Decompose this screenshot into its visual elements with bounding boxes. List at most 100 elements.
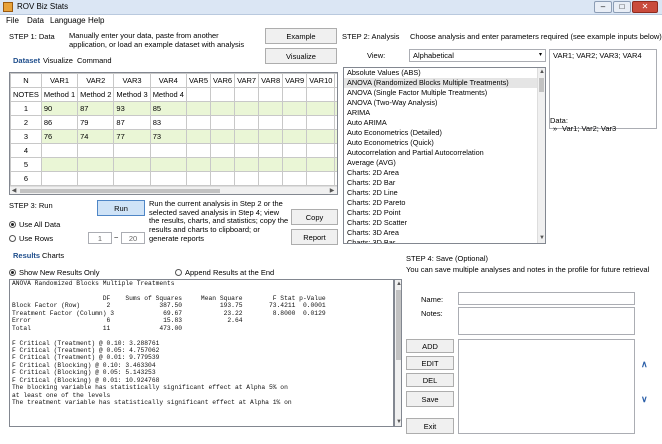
table-cell[interactable]: [334, 101, 337, 116]
column-header[interactable]: VAR10: [306, 73, 336, 88]
row-header[interactable]: NOTES: [10, 87, 42, 102]
column-header[interactable]: VAR7: [234, 73, 260, 88]
analysis-list-item[interactable]: ARIMA: [344, 108, 538, 118]
table-cell[interactable]: [113, 171, 151, 186]
table-cell[interactable]: [40, 157, 79, 172]
table-cell[interactable]: [258, 101, 284, 116]
table-cell[interactable]: [306, 87, 336, 102]
table-cell[interactable]: [185, 157, 212, 172]
analysis-list-item[interactable]: ANOVA (Two-Way Analysis): [344, 98, 538, 108]
column-header[interactable]: VAR1: [40, 73, 79, 88]
analysis-list-item[interactable]: Autocorrelation and Partial Autocorrelat…: [344, 148, 538, 158]
analysis-list-item[interactable]: Charts: 2D Line: [344, 188, 538, 198]
results-vertical-scrollbar[interactable]: ▲ ▼: [394, 279, 402, 427]
analysis-list-item[interactable]: Charts: 3D Area: [344, 228, 538, 238]
table-cell[interactable]: [306, 129, 336, 144]
table-cell[interactable]: [149, 157, 187, 172]
column-header[interactable]: VAR5: [185, 73, 212, 88]
append-results-radio[interactable]: [175, 269, 182, 276]
table-cell[interactable]: [77, 171, 115, 186]
move-down-icon[interactable]: ∨: [641, 394, 648, 405]
table-cell[interactable]: 87: [77, 101, 115, 116]
analysis-list-item[interactable]: Charts: 2D Area: [344, 168, 538, 178]
analysis-scroll-down-icon[interactable]: ▼: [538, 234, 545, 242]
table-cell[interactable]: [185, 101, 212, 116]
table-cell[interactable]: [185, 129, 212, 144]
row-to-input[interactable]: 20: [121, 232, 145, 244]
table-cell[interactable]: [306, 171, 336, 186]
show-new-results-radio[interactable]: [9, 269, 16, 276]
table-cell[interactable]: [185, 115, 212, 130]
tab-results[interactable]: Results: [13, 251, 40, 260]
analysis-list-item[interactable]: Charts: 2D Point: [344, 208, 538, 218]
grid-horizontal-scrollbar[interactable]: ◀ ▶: [10, 186, 337, 194]
table-cell[interactable]: [282, 129, 308, 144]
scroll-down-icon[interactable]: ▼: [395, 418, 403, 426]
table-cell[interactable]: [234, 171, 260, 186]
minimize-button[interactable]: –: [594, 1, 612, 13]
table-cell[interactable]: [282, 87, 308, 102]
table-cell[interactable]: [234, 115, 260, 130]
analysis-list[interactable]: Absolute Values (ABS) ANOVA (Randomized B…: [343, 67, 546, 244]
table-cell[interactable]: [282, 101, 308, 116]
table-cell[interactable]: [282, 115, 308, 130]
table-cell[interactable]: [210, 115, 236, 130]
example-button[interactable]: Example: [265, 28, 337, 44]
analysis-list-item[interactable]: Charts: 3D Bar: [344, 238, 538, 243]
menu-help[interactable]: Help: [88, 16, 104, 25]
table-cell[interactable]: Method 3: [113, 87, 151, 102]
run-button[interactable]: Run: [97, 200, 145, 216]
table-cell[interactable]: 86: [40, 115, 79, 130]
table-cell[interactable]: 73: [149, 129, 187, 144]
analysis-list-item[interactable]: Charts: 2D Scatter: [344, 218, 538, 228]
table-cell[interactable]: [40, 171, 79, 186]
visualize-button[interactable]: Visualize: [265, 48, 337, 64]
edit-button[interactable]: EDIT: [406, 356, 454, 370]
table-cell[interactable]: Method 4: [149, 87, 187, 102]
analysis-list-item[interactable]: Charts: 2D Pareto: [344, 198, 538, 208]
row-header[interactable]: 5: [10, 157, 42, 172]
table-cell[interactable]: [185, 87, 212, 102]
results-output[interactable]: ANOVA Randomized Blocks Multiple Treatme…: [9, 279, 394, 427]
table-cell[interactable]: [282, 171, 308, 186]
table-cell[interactable]: 74: [77, 129, 115, 144]
table-cell[interactable]: [334, 157, 337, 172]
table-cell[interactable]: [282, 157, 308, 172]
table-cell[interactable]: [258, 171, 284, 186]
report-button[interactable]: Report: [291, 229, 338, 245]
table-cell[interactable]: [77, 157, 115, 172]
tab-charts[interactable]: Charts: [42, 251, 64, 260]
save-name-input[interactable]: [458, 292, 635, 305]
scroll-left-icon[interactable]: ◀: [10, 187, 18, 194]
table-cell[interactable]: [306, 143, 336, 158]
column-header[interactable]: N: [10, 73, 42, 88]
table-cell[interactable]: [282, 143, 308, 158]
table-cell[interactable]: [185, 143, 212, 158]
analysis-list-item[interactable]: Average (AVG): [344, 158, 538, 168]
analysis-list-scrollbar[interactable]: ▲ ▼: [537, 68, 545, 243]
analysis-list-item[interactable]: ANOVA (Single Factor Multiple Treatments…: [344, 88, 538, 98]
view-select[interactable]: Alphabetical ▾: [409, 49, 546, 62]
results-scroll-thumb[interactable]: [396, 290, 401, 360]
table-cell[interactable]: 87: [113, 115, 151, 130]
table-cell[interactable]: [113, 143, 151, 158]
table-cell[interactable]: [258, 129, 284, 144]
tab-visualize[interactable]: Visualize: [43, 56, 73, 65]
column-header[interactable]: VAR8: [258, 73, 284, 88]
tab-command[interactable]: Command: [77, 56, 112, 65]
row-header[interactable]: 1: [10, 101, 42, 116]
analysis-list-item[interactable]: ANOVA (Randomized Blocks Multiple Treatm…: [344, 78, 538, 88]
tab-dataset[interactable]: Dataset: [13, 56, 40, 65]
column-header[interactable]: VAR2: [77, 73, 115, 88]
analysis-scroll-up-icon[interactable]: ▲: [538, 68, 545, 76]
row-header[interactable]: 2: [10, 115, 42, 130]
table-cell[interactable]: [149, 171, 187, 186]
table-cell[interactable]: [40, 143, 79, 158]
move-up-icon[interactable]: ∧: [641, 359, 648, 370]
table-cell[interactable]: Method 1: [40, 87, 79, 102]
table-cell[interactable]: [210, 143, 236, 158]
menu-file[interactable]: File: [6, 16, 19, 25]
table-cell[interactable]: 90: [40, 101, 79, 116]
analysis-list-item[interactable]: Auto Econometrics (Quick): [344, 138, 538, 148]
menu-language[interactable]: Language: [50, 16, 86, 25]
